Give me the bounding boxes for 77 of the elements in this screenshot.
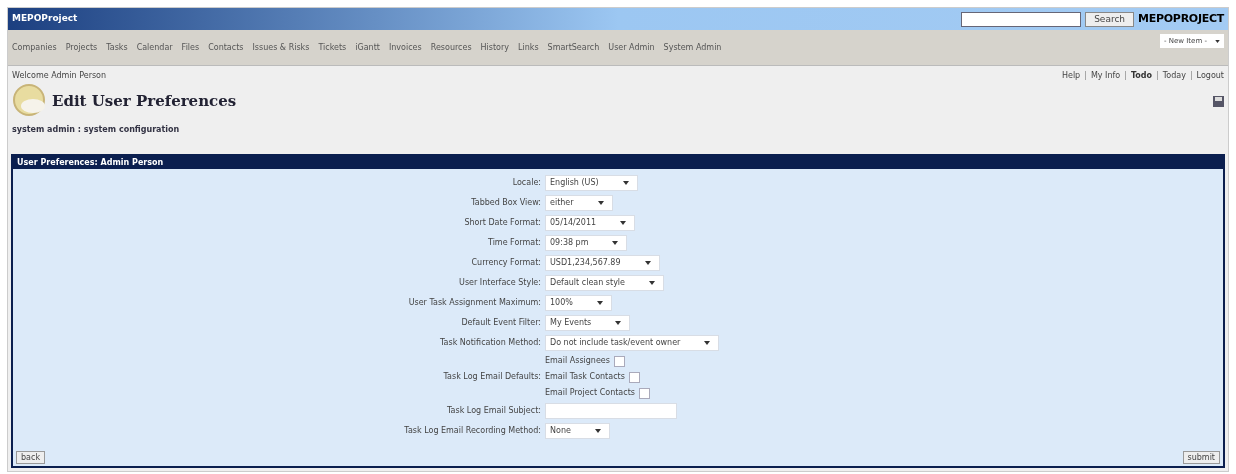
panel-header: User Preferences: Admin Person	[13, 156, 1223, 169]
submit-button[interactable]: submit	[1182, 451, 1220, 464]
dropdown[interactable]: USD1,234,567.89	[545, 255, 660, 271]
field-label: Short Date Format:	[464, 217, 541, 229]
dropdown[interactable]: None	[545, 423, 610, 439]
link-separator: |	[1124, 70, 1127, 82]
nav-link[interactable]: Contacts	[208, 42, 244, 54]
user-link[interactable]: Help	[1061, 70, 1081, 82]
dropdown[interactable]: Default clean style	[545, 275, 664, 291]
caret-icon	[644, 261, 651, 265]
nav-link[interactable]: Companies	[12, 42, 57, 54]
app-title: MEPOProject	[12, 12, 78, 26]
caret-icon	[704, 341, 711, 345]
caret-icon	[622, 181, 629, 185]
dropdown[interactable]: Do not include task/event owner	[545, 335, 720, 351]
dropdown[interactable]: English (US)	[545, 175, 638, 191]
caret-icon	[1215, 39, 1220, 43]
field-label: Default Event Filter:	[461, 317, 541, 329]
field-label: User Task Assignment Maximum:	[408, 297, 541, 309]
user-link[interactable]: Logout	[1196, 70, 1224, 82]
nav-link[interactable]: Projects	[65, 42, 98, 54]
checkbox-label: Email Task Contacts	[545, 371, 625, 383]
breadcrumb: system admin : system configuration	[11, 124, 181, 136]
field-label: Task Log Email Defaults:	[443, 371, 541, 383]
page-title: Edit User Preferences	[52, 90, 237, 112]
welcome-text: Welcome Admin Person	[12, 70, 107, 82]
caret-icon	[612, 241, 619, 245]
nav-link[interactable]: User Admin	[608, 42, 655, 54]
checkbox[interactable]	[628, 371, 640, 383]
nav-link[interactable]: History	[480, 42, 510, 54]
nav-link[interactable]: Tickets	[318, 42, 347, 54]
dropdown[interactable]: 09:38 pm	[545, 235, 628, 251]
input-field[interactable]	[545, 403, 677, 419]
nav-link[interactable]: Tasks	[106, 42, 128, 54]
link-separator: |	[1189, 70, 1193, 82]
field-label: Time Format:	[488, 237, 541, 249]
caret-icon	[620, 221, 627, 225]
field-label: User Interface Style:	[459, 277, 541, 289]
save-icon[interactable]	[1213, 95, 1224, 107]
dropdown[interactable]: 05/14/2011	[545, 215, 636, 231]
search-button[interactable]: Search	[1085, 11, 1135, 27]
nav-link[interactable]: Files	[181, 42, 200, 54]
nav-link[interactable]: System Admin	[663, 42, 722, 54]
field-label: Currency Format:	[471, 257, 541, 269]
nav-link[interactable]: Links	[518, 42, 539, 54]
field-label: Locale:	[512, 177, 541, 189]
checkbox[interactable]	[638, 387, 650, 399]
field-label: Task Log Email Recording Method:	[404, 425, 541, 437]
caret-icon	[615, 321, 622, 325]
user-link[interactable]: Todo	[1130, 70, 1153, 82]
nav-link[interactable]: Issues & Risks	[252, 42, 310, 54]
nav-link[interactable]: Resources	[430, 42, 472, 54]
field-label: Tabbed Box View:	[471, 197, 541, 209]
caret-icon	[649, 281, 655, 285]
field-label: Task Log Email Subject:	[447, 405, 541, 417]
dropdown[interactable]: either	[545, 195, 613, 211]
checkbox-label: Email Assignees	[545, 355, 610, 367]
caret-icon	[594, 429, 601, 433]
link-separator: |	[1084, 70, 1087, 82]
user-link[interactable]: Today	[1162, 70, 1186, 82]
back-button[interactable]: back	[16, 451, 45, 464]
dropdown[interactable]: 100%	[545, 295, 612, 311]
nav-link[interactable]: iGantt	[355, 42, 380, 54]
cloud-sun-icon	[12, 84, 48, 118]
nav-link[interactable]: Invoices	[388, 42, 422, 54]
search-field[interactable]	[961, 11, 1082, 27]
caret-icon	[596, 301, 603, 305]
checkbox[interactable]	[613, 355, 625, 367]
user-link[interactable]: My Info	[1090, 70, 1121, 82]
link-separator: |	[1156, 70, 1159, 82]
dropdown[interactable]: My Events	[545, 315, 631, 331]
checkbox-label: Email Project Contacts	[545, 387, 635, 399]
caret-icon	[597, 201, 604, 205]
nav-link[interactable]: SmartSearch	[547, 42, 600, 54]
logo: MEPOPROJECT	[1138, 10, 1224, 27]
nav-link[interactable]: Calendar	[136, 42, 173, 54]
field-label: Task Notification Method:	[440, 337, 541, 349]
